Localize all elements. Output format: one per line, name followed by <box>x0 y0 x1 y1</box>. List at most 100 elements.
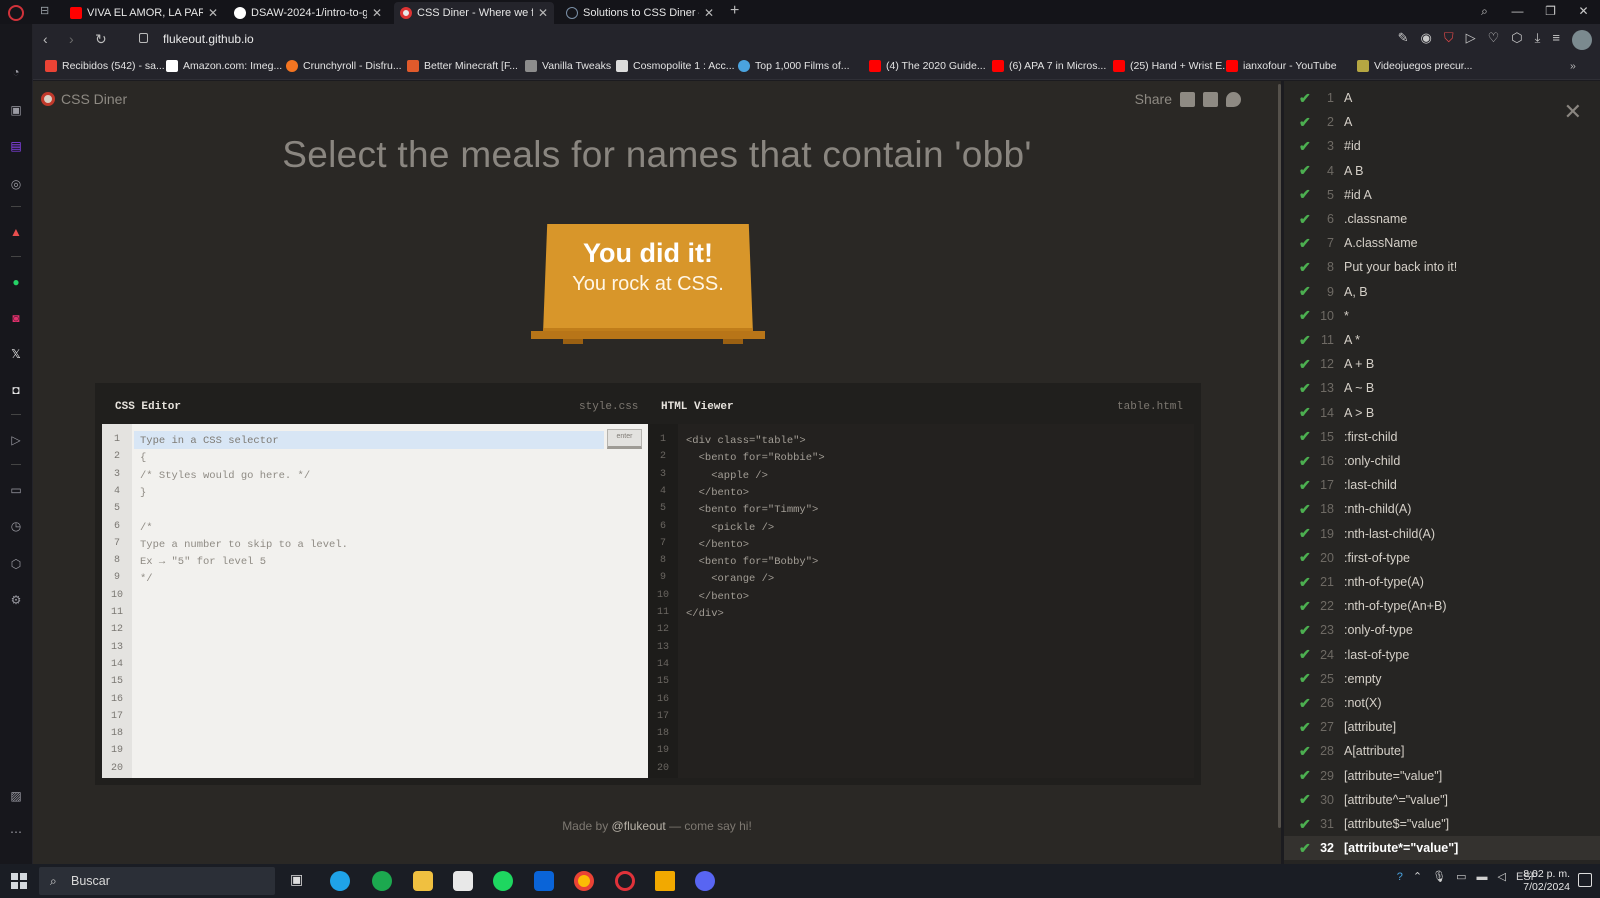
opera-icon[interactable] <box>615 871 635 891</box>
level-item[interactable]: ✔ 11 A * <box>1284 328 1600 352</box>
level-item[interactable]: ✔ 6 .classname <box>1284 207 1600 231</box>
minimize-icon[interactable]: — <box>1501 0 1534 24</box>
level-item[interactable]: ✔ 20:first-of-type <box>1284 546 1600 570</box>
level-item[interactable]: ✔ 1 A <box>1284 86 1600 110</box>
blender-icon[interactable] <box>655 871 675 891</box>
level-item[interactable]: ✔ 8 Put your back into it! <box>1284 255 1600 279</box>
level-item[interactable]: ✔ 14 A > B <box>1284 401 1600 425</box>
microphone-icon[interactable]: 🎙 <box>1432 870 1446 883</box>
aria-icon[interactable]: ▲ <box>8 224 24 240</box>
back-icon[interactable]: ‹ <box>43 31 48 47</box>
enter-button[interactable]: enter <box>607 429 642 449</box>
shopping-icon[interactable]: ▣ <box>8 102 24 118</box>
gallery-icon[interactable]: ▨ <box>8 788 24 804</box>
level-item[interactable]: ✔ 32 [attribute*="value"] <box>1284 836 1600 861</box>
level-item[interactable]: ✔ 10 * <box>1284 304 1600 328</box>
taskbar-search[interactable]: ⌕ Buscar <box>39 867 275 895</box>
forward-icon[interactable]: › <box>69 31 74 47</box>
bookmark-item[interactable]: Recibidos (542) - sa... <box>45 60 165 72</box>
file-explorer-icon[interactable] <box>413 871 433 891</box>
close-tab-icon[interactable]: ✕ <box>704 6 714 20</box>
level-item[interactable]: ✔ 27 [attribute] <box>1284 715 1600 739</box>
author-link[interactable]: @flukeout <box>612 819 666 833</box>
level-item[interactable]: ✔ 17:last-child <box>1284 473 1600 497</box>
level-item[interactable]: ✔ 2 A <box>1284 110 1600 134</box>
easy-setup-icon[interactable]: ≡ <box>1552 30 1560 50</box>
restore-icon[interactable]: ❐ <box>1534 0 1567 24</box>
settings-gear-icon[interactable]: ⚙ <box>8 592 24 608</box>
tab-menu-icon[interactable]: ⊟ <box>40 4 56 18</box>
reload-icon[interactable]: ↻ <box>95 31 107 48</box>
network-icon[interactable]: ▭ <box>1456 870 1466 883</box>
windows-start-icon[interactable] <box>11 873 27 889</box>
cube-icon[interactable]: ⬡ <box>1511 30 1522 50</box>
outlook-icon[interactable] <box>534 871 554 891</box>
xbox-icon[interactable] <box>372 871 392 891</box>
bookmark-item[interactable]: Cosmopolite 1 : Acc... <box>616 60 735 72</box>
heart-icon[interactable]: ♡ <box>1488 30 1500 50</box>
bookmark-item[interactable]: (6) APA 7 in Micros... <box>992 60 1106 72</box>
camera-icon[interactable]: ◉ <box>1421 30 1432 50</box>
spotify-icon[interactable] <box>493 871 513 891</box>
level-item[interactable]: ✔ 9 A, B <box>1284 280 1600 304</box>
music-player-icon[interactable]: ▷ <box>8 432 24 448</box>
more-icon[interactable]: ⋯ <box>8 824 24 840</box>
adblock-shield-icon[interactable]: ⛉ <box>1444 30 1454 50</box>
extensions-icon[interactable]: ⬡ <box>8 556 24 572</box>
twitter-icon[interactable] <box>1226 91 1241 107</box>
css-diner-logo[interactable]: CSS Diner <box>41 91 127 107</box>
edge-icon[interactable] <box>330 871 350 891</box>
help-icon[interactable]: ? <box>1397 871 1403 883</box>
x-twitter-icon[interactable]: 𝕏 <box>8 346 24 362</box>
twitch-icon[interactable]: ▤ <box>8 138 24 154</box>
level-item[interactable]: ✔ 28 A[attribute] <box>1284 739 1600 763</box>
volume-icon[interactable]: ◁ <box>1498 870 1506 883</box>
task-view-icon[interactable]: ▣ <box>290 871 310 891</box>
level-item[interactable]: ✔ 22:nth-of-type(An+B) <box>1284 594 1600 618</box>
level-item[interactable]: ✔ 15:first-child <box>1284 425 1600 449</box>
instagram-icon[interactable]: ◙ <box>8 310 24 326</box>
history-icon[interactable]: ◷ <box>8 518 24 534</box>
discord-taskbar-icon[interactable] <box>695 871 715 891</box>
level-item[interactable]: ✔ 24:last-of-type <box>1284 643 1600 667</box>
new-tab-button[interactable]: + <box>730 2 739 20</box>
level-item[interactable]: ✔ 29 [attribute="value"] <box>1284 764 1600 788</box>
tab-viva-el-amor[interactable]: VIVA EL AMOR, LA PAREJA ✕ <box>64 2 224 24</box>
level-item[interactable]: ✔ 5 #id A <box>1284 183 1600 207</box>
close-window-icon[interactable]: ✕ <box>1567 0 1600 24</box>
download-icon[interactable]: ⤓ <box>1535 30 1541 50</box>
level-item[interactable]: ✔ 4 A B <box>1284 159 1600 183</box>
microsoft-store-icon[interactable] <box>453 871 473 891</box>
edit-icon[interactable]: ✎ <box>1398 30 1409 50</box>
bookmark-item[interactable]: (4) The 2020 Guide... <box>869 60 986 72</box>
level-item[interactable]: ✔ 23:only-of-type <box>1284 618 1600 642</box>
bookmark-item[interactable]: (25) Hand + Wrist E... <box>1113 60 1231 72</box>
level-item[interactable]: ✔ 19:nth-last-child(A) <box>1284 522 1600 546</box>
bookmark-item[interactable]: Top 1,000 Films of... <box>738 60 850 72</box>
level-item[interactable]: ✔ 13 A ~ B <box>1284 376 1600 400</box>
level-item[interactable]: ✔ 25:empty <box>1284 667 1600 691</box>
level-item[interactable]: ✔ 31 [attribute$="value"] <box>1284 812 1600 836</box>
speed-dial-icon[interactable]: ◔ <box>8 64 24 80</box>
tab-css-diner[interactable]: CSS Diner - Where we feast ✕ <box>394 2 554 24</box>
tray-chevron-icon[interactable]: ⌃ <box>1413 870 1422 883</box>
level-item[interactable]: ✔ 3 #id <box>1284 134 1600 158</box>
level-item[interactable]: ✔ 7 A.className <box>1284 231 1600 255</box>
player-icon[interactable]: ◎ <box>8 176 24 192</box>
bookmark-item[interactable]: Better Minecraft [F... <box>407 60 518 72</box>
level-item[interactable]: ✔ 30 [attribute^="value"] <box>1284 788 1600 812</box>
tab-search-icon[interactable]: ⌕ <box>1468 0 1501 24</box>
email-icon[interactable] <box>1180 91 1195 107</box>
level-item[interactable]: ✔ 26:not(X) <box>1284 691 1600 715</box>
close-tab-icon[interactable]: ✕ <box>372 6 382 20</box>
level-item[interactable]: ✔ 12 A + B <box>1284 352 1600 376</box>
bookmark-item[interactable]: Amazon.com: Imeg... <box>166 60 282 72</box>
discord-icon[interactable]: ◘ <box>8 382 24 398</box>
level-item[interactable]: ✔ 21:nth-of-type(A) <box>1284 570 1600 594</box>
close-tab-icon[interactable]: ✕ <box>538 6 548 20</box>
close-tab-icon[interactable]: ✕ <box>208 6 218 20</box>
facebook-icon[interactable] <box>1203 91 1218 107</box>
bookmark-item[interactable]: Crunchyroll - Disfru... <box>286 60 402 72</box>
more-bookmarks-icon[interactable]: » <box>1570 60 1576 72</box>
send-icon[interactable]: ▷ <box>1466 30 1476 50</box>
